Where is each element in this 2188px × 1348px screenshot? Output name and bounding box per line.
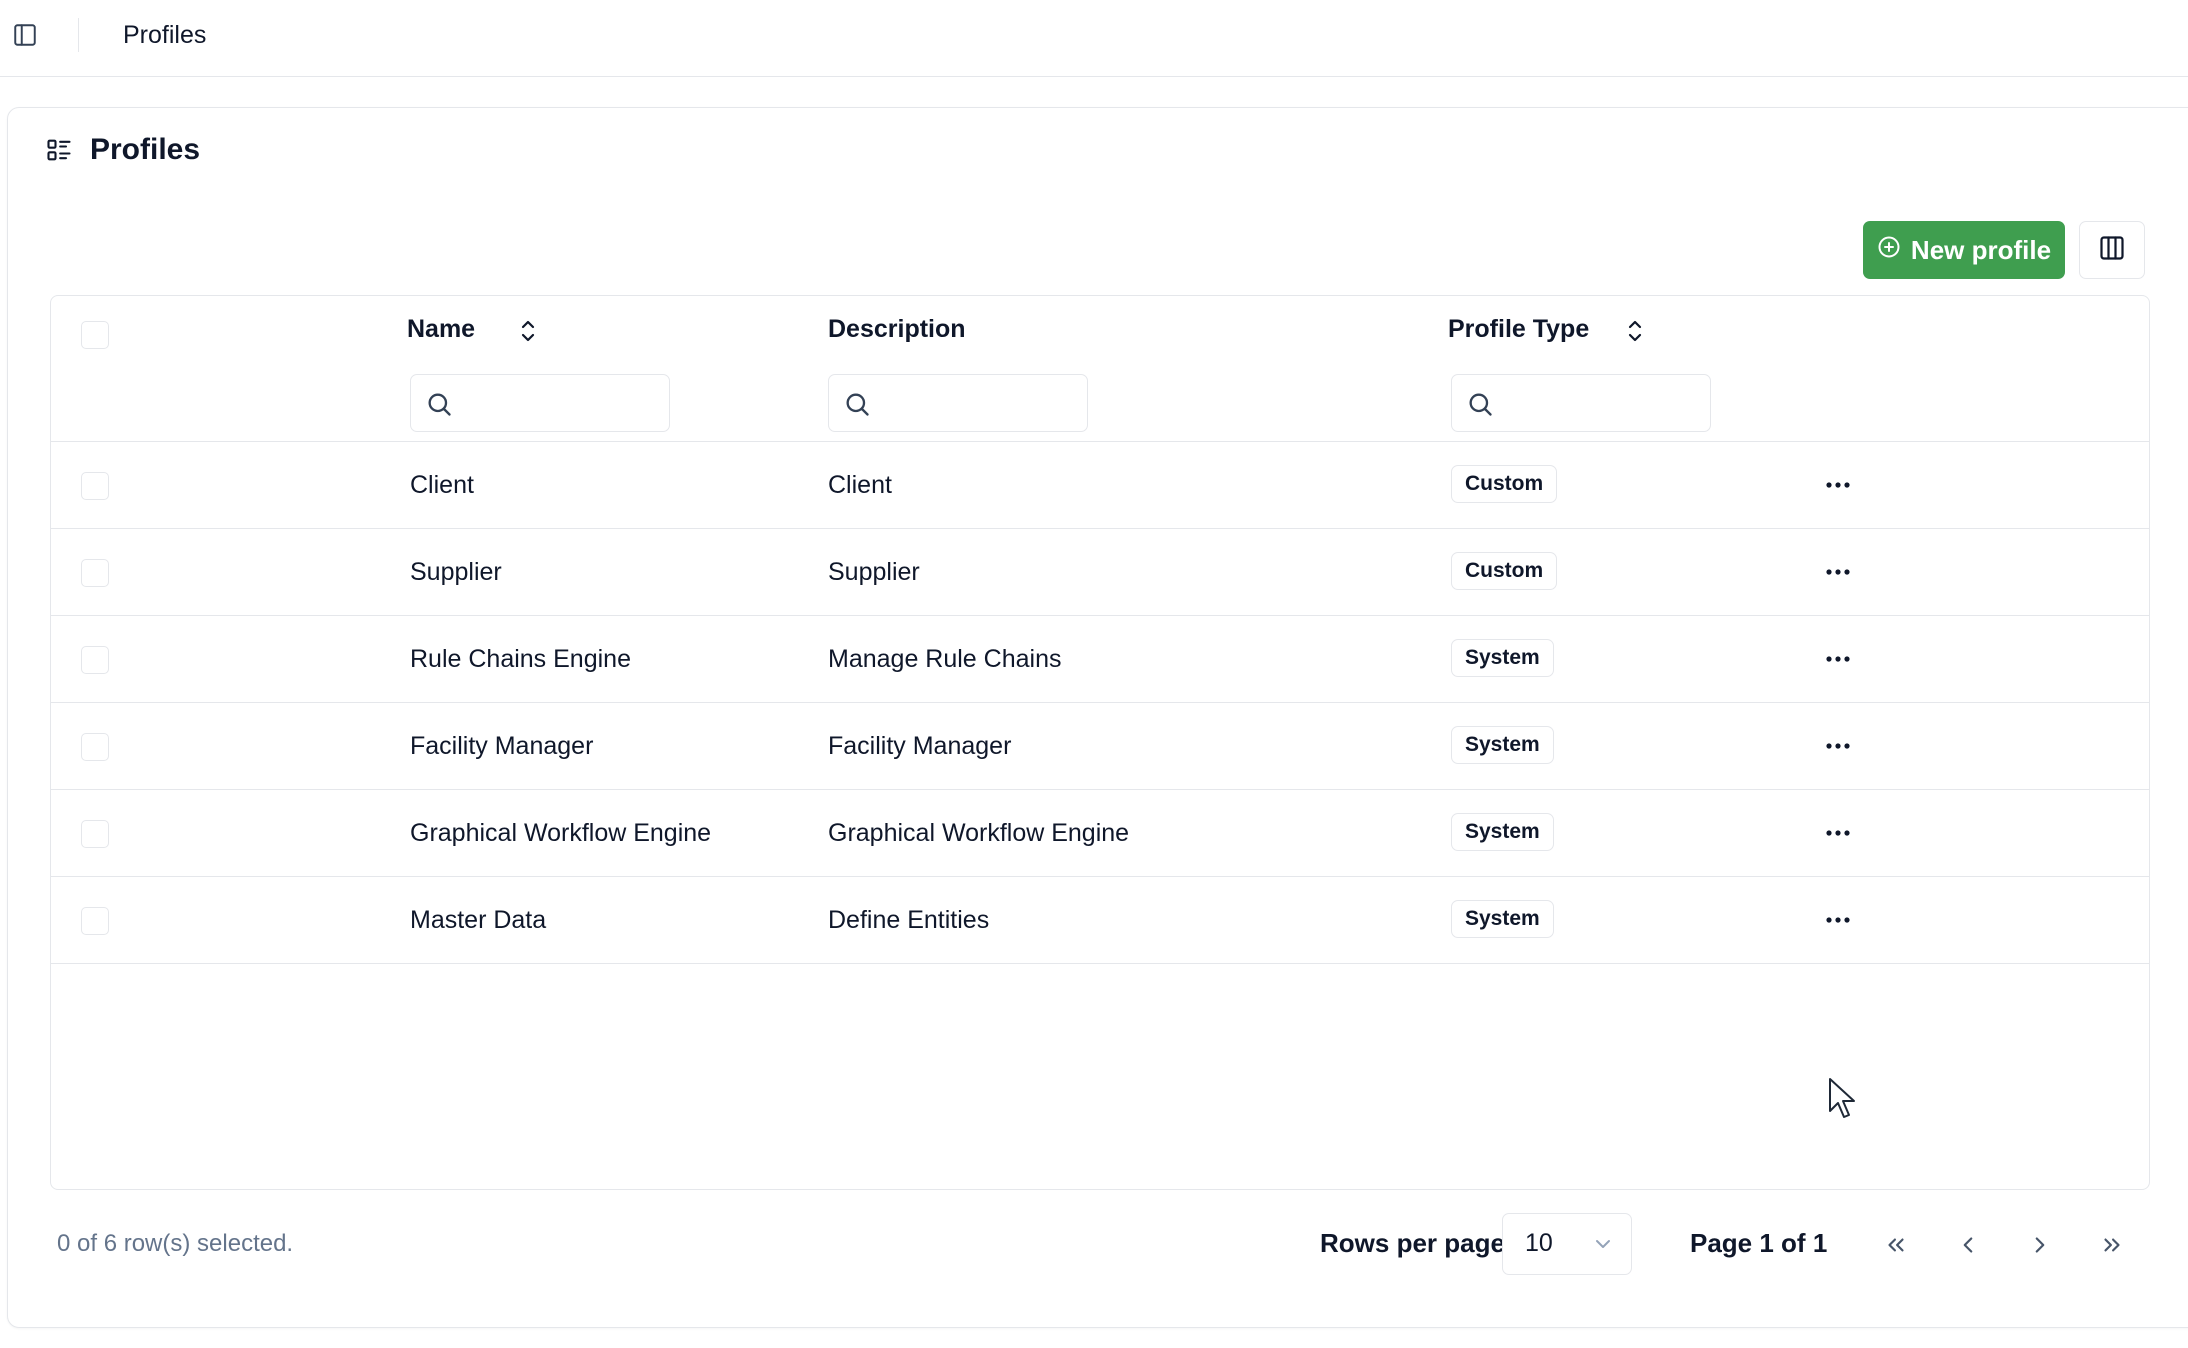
selection-status: 0 of 6 row(s) selected. xyxy=(57,1230,294,1257)
sidebar-toggle-icon[interactable] xyxy=(10,20,40,50)
mouse-cursor-icon xyxy=(1829,1078,1855,1118)
row-checkbox[interactable] xyxy=(81,820,109,848)
ellipsis-icon[interactable] xyxy=(1819,903,1857,937)
profile-type-badge: System xyxy=(1451,639,1554,677)
search-icon xyxy=(1469,393,1492,416)
columns-icon xyxy=(2098,234,2126,267)
cell-name: Graphical Workflow Engine xyxy=(410,819,712,847)
cell-description: Supplier xyxy=(828,558,920,586)
chevron-left-icon[interactable] xyxy=(1943,1222,1993,1268)
profile-type-badge: System xyxy=(1451,726,1554,764)
cell-name: Client xyxy=(410,471,474,499)
profile-type-badge: Custom xyxy=(1451,552,1558,590)
card-header: Profiles xyxy=(44,133,200,167)
chevrons-up-down-icon[interactable] xyxy=(1622,316,1648,346)
cell-name: Facility Manager xyxy=(410,732,594,760)
cell-name: Supplier xyxy=(410,558,502,586)
row-checkbox[interactable] xyxy=(81,559,109,587)
table-header: Name Description Profile Type xyxy=(51,296,2149,442)
ellipsis-icon[interactable] xyxy=(1819,729,1857,763)
chevrons-right-icon[interactable] xyxy=(2087,1222,2137,1268)
cell-description: Facility Manager xyxy=(828,732,1012,760)
ellipsis-icon[interactable] xyxy=(1819,816,1857,850)
column-header-profile-type: Profile Type xyxy=(1448,315,1590,343)
row-checkbox[interactable] xyxy=(81,907,109,935)
ellipsis-icon[interactable] xyxy=(1819,555,1857,589)
profiles-table: Name Description Profile Type Client Cli… xyxy=(50,295,2150,1190)
column-header-description: Description xyxy=(828,315,966,343)
chevron-right-icon[interactable] xyxy=(2015,1222,2065,1268)
table-row[interactable]: Master Data Define Entities System xyxy=(51,877,2149,964)
profile-type-filter-input[interactable] xyxy=(1451,374,1711,432)
description-filter-field[interactable] xyxy=(879,383,1079,423)
cell-name: Rule Chains Engine xyxy=(410,645,631,673)
rows-per-page-label: Rows per page xyxy=(1320,1228,1505,1258)
page-title: Profiles xyxy=(90,133,201,166)
chevrons-up-down-icon[interactable] xyxy=(515,316,541,346)
column-header-name: Name xyxy=(407,315,476,343)
cell-description: Manage Rule Chains xyxy=(828,645,1062,673)
table-row[interactable]: Graphical Workflow Engine Graphical Work… xyxy=(51,790,2149,877)
profile-type-filter-field[interactable] xyxy=(1502,383,1702,423)
table-row[interactable]: Rule Chains Engine Manage Rule Chains Sy… xyxy=(51,616,2149,703)
ellipsis-icon[interactable] xyxy=(1819,642,1857,676)
description-filter-input[interactable] xyxy=(828,374,1088,432)
new-profile-label: New profile xyxy=(1910,234,2052,265)
cell-name: Master Data xyxy=(410,906,547,934)
breadcrumb-title: Profiles xyxy=(123,21,207,49)
chevrons-left-icon[interactable] xyxy=(1871,1222,1921,1268)
name-filter-input[interactable] xyxy=(410,374,670,432)
cell-description: Client xyxy=(828,471,892,499)
search-icon xyxy=(428,393,451,416)
rows-per-page-value: 10 xyxy=(1525,1229,1553,1257)
table-row[interactable]: Supplier Supplier Custom xyxy=(51,529,2149,616)
plus-circle-icon xyxy=(1877,235,1901,266)
list-details-icon xyxy=(44,135,74,165)
ellipsis-icon[interactable] xyxy=(1819,468,1857,502)
topbar-divider xyxy=(78,18,79,52)
rows-per-page-select[interactable]: 10 xyxy=(1502,1213,1632,1275)
columns-button[interactable] xyxy=(2079,221,2145,279)
new-profile-button[interactable]: New profile xyxy=(1863,221,2065,279)
select-all-checkbox[interactable] xyxy=(81,321,109,349)
chevron-down-icon xyxy=(1596,1240,1610,1248)
profile-type-badge: Custom xyxy=(1451,465,1558,503)
search-icon xyxy=(846,393,869,416)
row-checkbox[interactable] xyxy=(81,646,109,674)
profile-type-badge: System xyxy=(1451,900,1554,938)
name-filter-field[interactable] xyxy=(461,383,661,423)
row-checkbox[interactable] xyxy=(81,472,109,500)
top-bar: Profiles xyxy=(0,0,2188,77)
cell-description: Graphical Workflow Engine xyxy=(828,819,1130,847)
cell-description: Define Entities xyxy=(828,906,990,934)
row-checkbox[interactable] xyxy=(81,733,109,761)
table-row[interactable]: Client Client Custom xyxy=(51,442,2149,529)
page-info: Page 1 of 1 xyxy=(1690,1228,1828,1258)
profile-type-badge: System xyxy=(1451,813,1554,851)
table-row[interactable]: Facility Manager Facility Manager System xyxy=(51,703,2149,790)
